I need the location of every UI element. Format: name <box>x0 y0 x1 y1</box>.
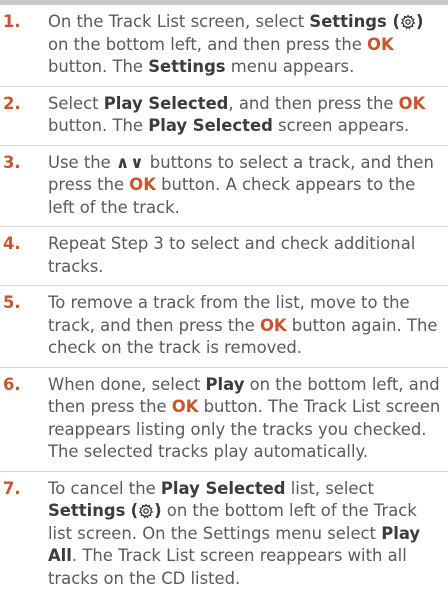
settings-label: Settings <box>48 501 125 520</box>
step-number: 2. <box>3 93 21 116</box>
step-text: on the bottom left, and then press the <box>48 35 367 54</box>
play-selected-label: Play Selected <box>161 479 286 498</box>
step-text: button. The <box>48 116 148 135</box>
gear-icon <box>400 14 416 30</box>
settings-close: ) <box>416 12 424 31</box>
step-text: list, select <box>286 479 374 498</box>
step-text: Use the <box>48 153 116 172</box>
step-text: screen appears. <box>273 116 409 135</box>
step-3: 3. Use the ∧∨ buttons to select a track,… <box>0 146 448 228</box>
step-text: button. The <box>48 57 148 76</box>
step-text: , and then press the <box>228 94 398 113</box>
step-2: 2. Select Play Selected, and then press … <box>0 87 448 146</box>
step-1: 1. On the Track List screen, select Sett… <box>0 5 448 87</box>
step-number: 7. <box>3 478 21 501</box>
play-selected-label: Play Selected <box>148 116 273 135</box>
settings-close: ) <box>154 501 162 520</box>
step-number: 4. <box>3 233 21 256</box>
ok-label: OK <box>260 316 287 335</box>
step-text: . The Track List screen reappears with a… <box>48 546 407 588</box>
step-number: 6. <box>3 374 21 397</box>
step-text: Repeat Step 3 to select and check additi… <box>48 234 415 276</box>
step-text: On the Track List screen, select <box>48 12 309 31</box>
settings-open: ( <box>131 501 139 520</box>
step-text: menu appears. <box>226 57 355 76</box>
step-text: To cancel the <box>48 479 161 498</box>
step-text: When done, select <box>48 375 206 394</box>
ok-label: OK <box>172 397 199 416</box>
up-down-arrows-icon: ∧∨ <box>116 153 145 172</box>
step-4: 4. Repeat Step 3 to select and check add… <box>0 227 448 286</box>
step-text: Select <box>48 94 104 113</box>
settings-label: Settings ( <box>309 12 400 31</box>
step-6: 6. When done, select Play on the bottom … <box>0 368 448 472</box>
steps-list: 1. On the Track List screen, select Sett… <box>0 5 448 597</box>
play-selected-label: Play Selected <box>104 94 229 113</box>
step-number: 1. <box>3 11 21 34</box>
ok-label: OK <box>129 175 156 194</box>
step-number: 5. <box>3 292 21 315</box>
ok-label: OK <box>367 35 394 54</box>
settings-menu-label: Settings <box>148 57 225 76</box>
step-number: 3. <box>3 152 21 175</box>
play-label: Play <box>206 375 245 394</box>
step-5: 5. To remove a track from the list, move… <box>0 286 448 368</box>
gear-icon <box>138 503 154 519</box>
step-7: 7. To cancel the Play Selected list, sel… <box>0 472 448 597</box>
ok-label: OK <box>399 94 426 113</box>
